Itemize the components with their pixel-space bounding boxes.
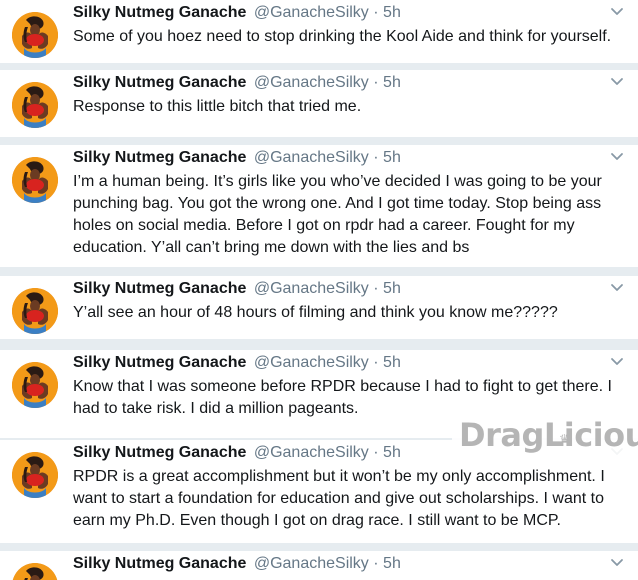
timestamp[interactable]: 5h (383, 74, 401, 91)
tweet-header: Silky Nutmeg Ganache @GanacheSilky · 5h (73, 3, 401, 23)
author-handle[interactable]: @GanacheSilky (254, 74, 369, 91)
chevron-down-icon[interactable] (610, 151, 624, 163)
separator-dot: · (373, 280, 379, 297)
tweet-header: Silky Nutmeg Ganache @GanacheSilky · 5h (73, 73, 401, 93)
crown-icon: ♛ (559, 432, 570, 446)
author-handle[interactable]: @GanacheSilky (254, 149, 369, 166)
tweet-card[interactable]: Silky Nutmeg Ganache @GanacheSilky · 5h … (0, 145, 638, 267)
tweet-text: Y’all see an hour of 48 hours of filming… (73, 304, 558, 321)
chevron-down-icon[interactable] (610, 356, 624, 368)
author-handle[interactable]: @GanacheSilky (254, 280, 369, 297)
author-name[interactable]: Silky Nutmeg Ganache (73, 354, 246, 371)
separator-dot: · (373, 149, 379, 166)
timestamp[interactable]: 5h (383, 4, 401, 21)
tweet-feed: Silky Nutmeg Ganache @GanacheSilky · 5h … (0, 0, 638, 580)
tweet-card[interactable]: Silky Nutmeg Ganache @GanacheSilky · 5h (0, 551, 638, 580)
author-name[interactable]: Silky Nutmeg Ganache (73, 149, 246, 166)
avatar[interactable] (12, 157, 58, 203)
chevron-down-icon[interactable] (610, 557, 624, 569)
separator-dot: · (373, 354, 379, 371)
tweet-card[interactable]: Silky Nutmeg Ganache @GanacheSilky · 5h … (0, 276, 638, 339)
avatar[interactable] (12, 452, 58, 498)
tweet-header: Silky Nutmeg Ganache @GanacheSilky · 5h (73, 443, 401, 463)
author-handle[interactable]: @GanacheSilky (254, 444, 369, 461)
watermark-text: DragLicious (459, 416, 638, 454)
tweet-text: Some of you hoez need to stop drinking t… (73, 28, 612, 45)
tweet-header: Silky Nutmeg Ganache @GanacheSilky · 5h (73, 554, 401, 574)
watermark-logo: DragLicious ♛ (452, 408, 638, 462)
timestamp[interactable]: 5h (383, 149, 401, 166)
separator-dot: · (373, 4, 379, 21)
tweet-header: Silky Nutmeg Ganache @GanacheSilky · 5h (73, 279, 401, 299)
tweet-card[interactable]: Silky Nutmeg Ganache @GanacheSilky · 5h … (0, 0, 638, 63)
separator-dot: · (373, 74, 379, 91)
separator-dot: · (373, 555, 379, 572)
chevron-down-icon[interactable] (610, 76, 624, 88)
avatar[interactable] (12, 362, 58, 408)
avatar[interactable] (12, 288, 58, 334)
author-name[interactable]: Silky Nutmeg Ganache (73, 74, 246, 91)
timestamp[interactable]: 5h (383, 444, 401, 461)
timestamp[interactable]: 5h (383, 354, 401, 371)
tweet-header: Silky Nutmeg Ganache @GanacheSilky · 5h (73, 353, 401, 373)
tweet-text: I’m a human being. It’s girls like you w… (73, 173, 602, 256)
avatar[interactable] (12, 82, 58, 128)
chevron-down-icon[interactable] (610, 6, 624, 18)
author-handle[interactable]: @GanacheSilky (254, 4, 369, 21)
chevron-down-icon[interactable] (610, 282, 624, 294)
author-handle[interactable]: @GanacheSilky (254, 555, 369, 572)
separator-dot: · (373, 444, 379, 461)
avatar[interactable] (12, 563, 58, 580)
tweet-header: Silky Nutmeg Ganache @GanacheSilky · 5h (73, 148, 401, 168)
tweet-text: Response to this little bitch that tried… (73, 98, 362, 115)
timestamp[interactable]: 5h (383, 555, 401, 572)
avatar[interactable] (12, 12, 58, 58)
author-name[interactable]: Silky Nutmeg Ganache (73, 444, 246, 461)
timestamp[interactable]: 5h (383, 280, 401, 297)
author-handle[interactable]: @GanacheSilky (254, 354, 369, 371)
author-name[interactable]: Silky Nutmeg Ganache (73, 4, 246, 21)
tweet-card[interactable]: Silky Nutmeg Ganache @GanacheSilky · 5h … (0, 70, 638, 137)
tweet-text: RPDR is a great accomplishment but it wo… (73, 468, 605, 529)
author-name[interactable]: Silky Nutmeg Ganache (73, 280, 246, 297)
author-name[interactable]: Silky Nutmeg Ganache (73, 555, 246, 572)
